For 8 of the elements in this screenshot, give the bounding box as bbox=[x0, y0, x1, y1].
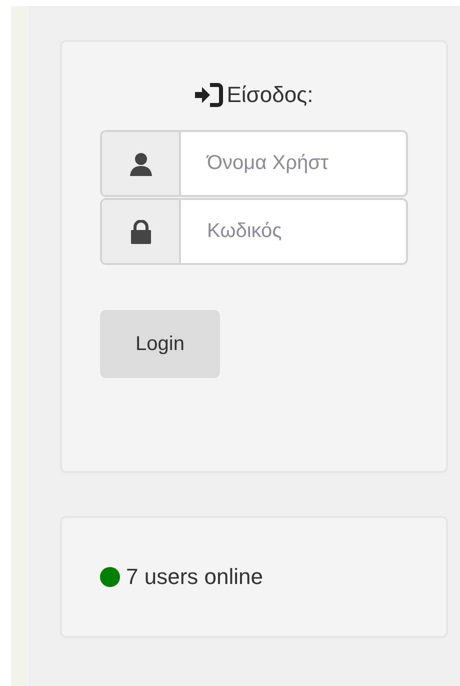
user-icon bbox=[130, 152, 152, 176]
username-field[interactable]: Όνομα Χρήστ bbox=[100, 130, 408, 197]
lock-icon bbox=[130, 220, 150, 244]
sign-in-icon bbox=[194, 83, 223, 107]
password-field[interactable]: Κωδικός bbox=[100, 198, 408, 265]
login-title: Είσοδος: bbox=[226, 82, 314, 108]
online-count: 7 users online bbox=[126, 564, 263, 590]
login-button[interactable]: Login bbox=[100, 310, 220, 378]
